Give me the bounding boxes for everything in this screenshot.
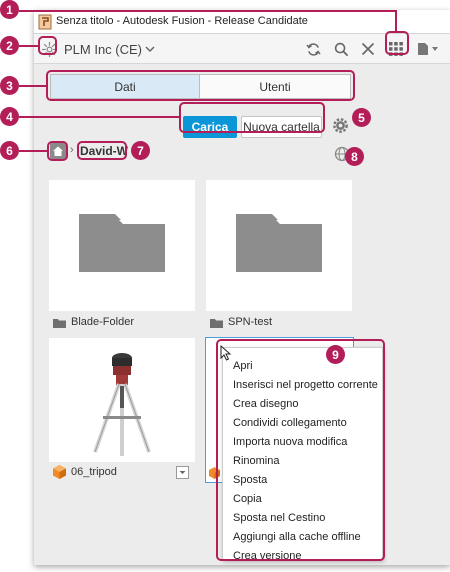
search-icon	[334, 42, 348, 56]
callout-badge-3: 3	[0, 76, 19, 95]
callout-leader-line	[19, 150, 47, 152]
item-label[interactable]: Blade-Folder	[71, 316, 134, 328]
callout-badge-4: 4	[0, 107, 19, 126]
callout-badge-7: 7	[131, 141, 150, 160]
item-label[interactable]: SPN-test	[228, 316, 272, 328]
document-menu-button[interactable]	[416, 40, 440, 58]
folder-icon	[210, 319, 223, 328]
refresh-button[interactable]	[304, 40, 322, 58]
hub-selector-label[interactable]: PLM Inc (CE)	[64, 42, 142, 57]
item-options-dropdown[interactable]	[176, 466, 189, 479]
window-title: Senza titolo - Autodesk Fusion - Release…	[56, 15, 308, 27]
callout-ring-context-menu	[216, 339, 385, 561]
callout-leader-line	[19, 85, 46, 87]
callout-leader-line	[395, 10, 397, 32]
chevron-down-icon	[179, 471, 186, 474]
gear-icon[interactable]	[332, 117, 349, 134]
folder-card-blade-folder[interactable]	[49, 180, 195, 311]
item-label[interactable]: 06_tripod	[71, 466, 117, 478]
folder-card-spn-test[interactable]	[206, 180, 352, 311]
callout-ring-breadcrumb	[77, 141, 127, 160]
design-cube-icon	[53, 465, 66, 479]
breadcrumb-separator: ›	[70, 144, 74, 156]
callout-badge-1: 1	[0, 0, 19, 19]
chevron-down-icon[interactable]	[144, 43, 156, 55]
callout-ring-toolbar	[179, 102, 325, 133]
callout-badge-9: 9	[326, 345, 345, 364]
callout-leader-line	[19, 116, 179, 118]
tripod-thumbnail	[93, 353, 151, 456]
callout-ring-home	[47, 141, 68, 161]
search-button[interactable]	[332, 40, 350, 58]
callout-ring-grid-button	[385, 31, 409, 55]
refresh-icon	[305, 42, 321, 56]
folder-thumbnail-icon	[236, 214, 322, 272]
callout-ring-hub-icon	[38, 36, 57, 55]
callout-badge-8: 8	[345, 147, 364, 166]
design-card-06-tripod[interactable]	[49, 338, 195, 462]
close-icon	[361, 42, 375, 56]
callout-ring-tabs	[46, 70, 355, 101]
fusion-app-icon	[38, 14, 52, 30]
document-icon	[418, 43, 438, 55]
folder-thumbnail-icon	[79, 214, 165, 272]
callout-badge-5: 5	[352, 108, 371, 127]
close-panel-button[interactable]	[359, 40, 377, 58]
callout-badge-6: 6	[0, 141, 19, 160]
folder-icon	[53, 319, 66, 328]
callout-badge-2: 2	[0, 36, 19, 55]
callout-leader-line	[19, 45, 38, 47]
callout-leader-line	[19, 10, 397, 12]
